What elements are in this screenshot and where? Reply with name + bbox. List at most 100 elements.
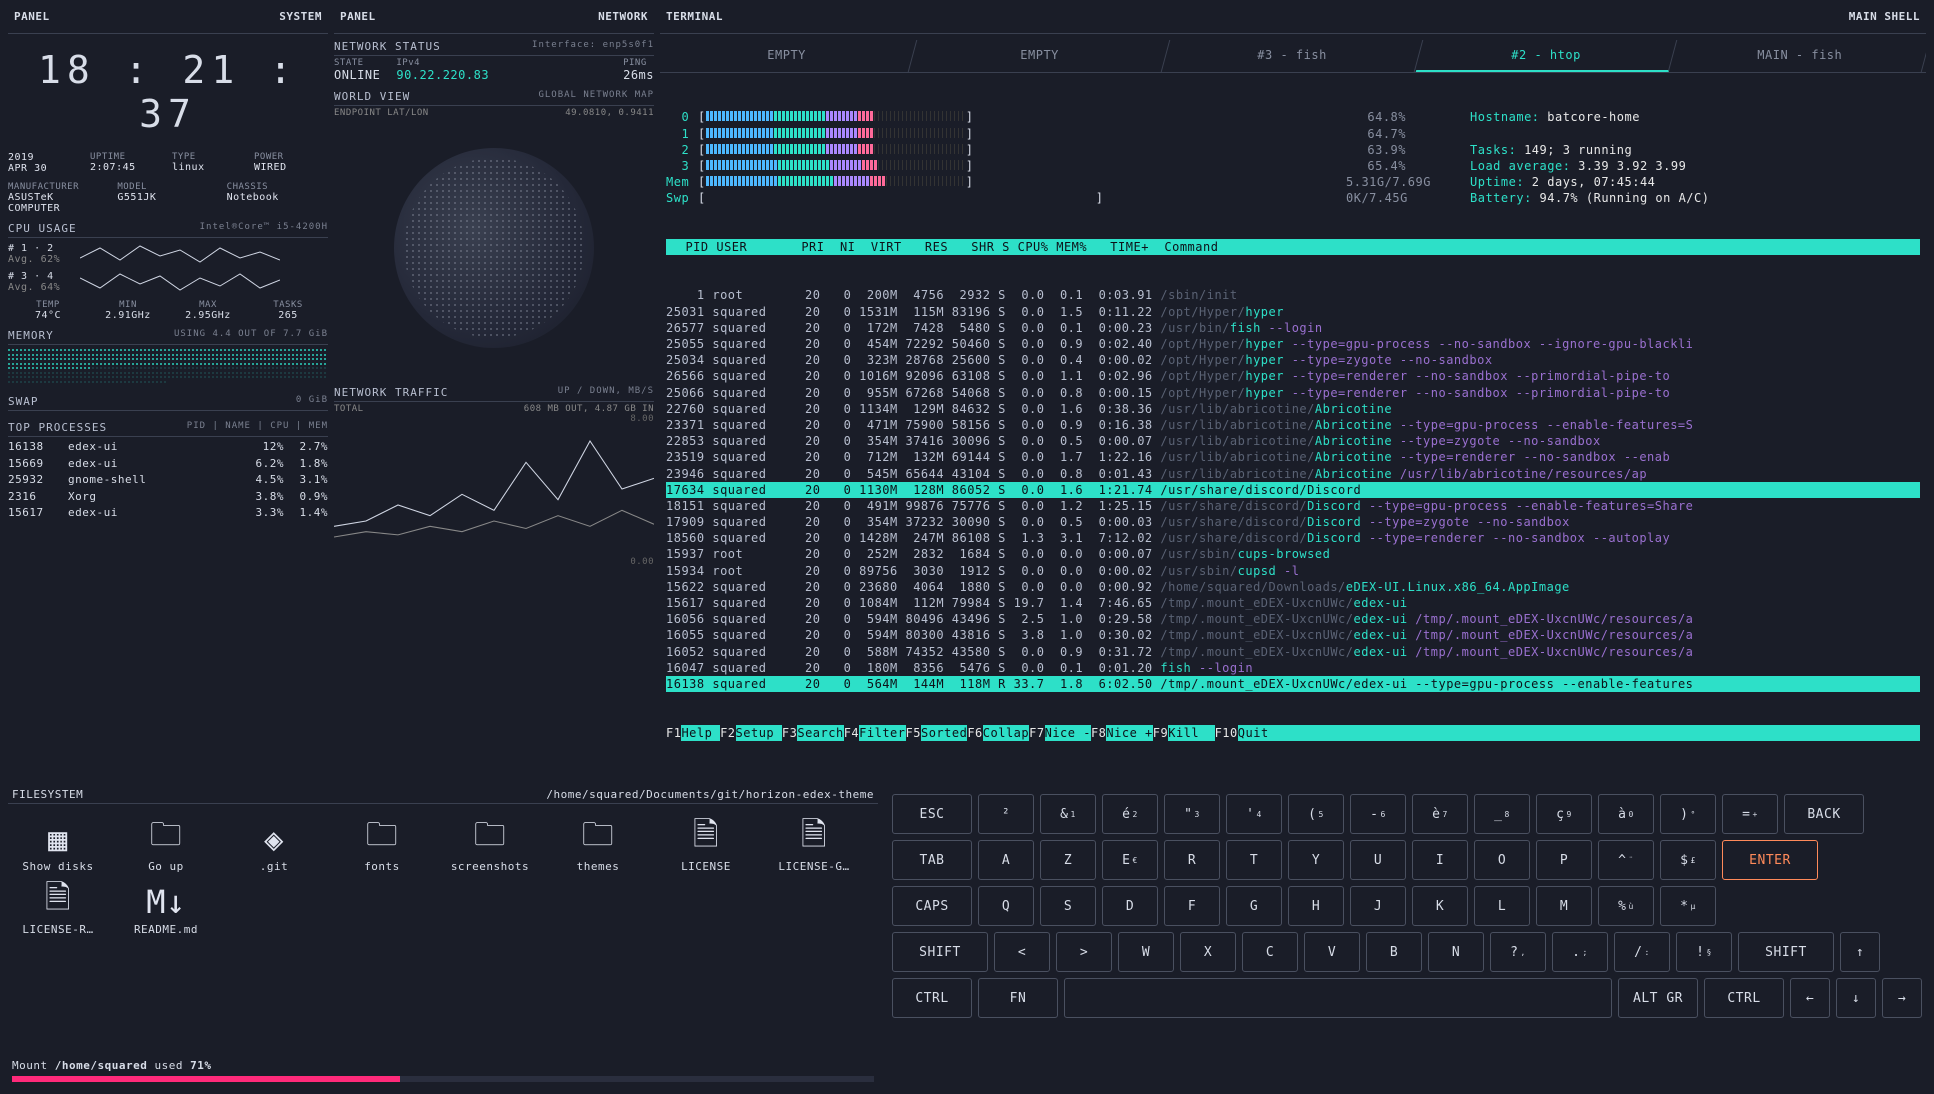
top-process-row[interactable]: 16138edex-ui12%2.7% [8, 439, 328, 456]
htop-process-row[interactable]: 1 root 20 0 200M 4756 2932 S 0.0 0.1 0:0… [666, 287, 1920, 303]
key-back[interactable]: BACK [1784, 794, 1864, 834]
key-d[interactable]: D [1102, 886, 1158, 926]
key-è[interactable]: è7 [1412, 794, 1468, 834]
key-m[interactable]: M [1536, 886, 1592, 926]
key-l[interactable]: L [1474, 886, 1530, 926]
fs-item[interactable]: 🗀fonts [342, 818, 422, 873]
key-e[interactable]: E€ [1102, 840, 1158, 880]
fs-item[interactable]: ▦Show disks [18, 818, 98, 873]
key-²[interactable]: ² [978, 794, 1034, 834]
key-)[interactable]: )° [1660, 794, 1716, 834]
key-k[interactable]: K [1412, 886, 1468, 926]
htop-function-keys[interactable]: F1Help F2Setup F3SearchF4FilterF5SortedF… [666, 725, 1920, 741]
key-%[interactable]: %ù [1598, 886, 1654, 926]
key-o[interactable]: O [1474, 840, 1530, 880]
key-v[interactable]: V [1304, 932, 1360, 972]
key-space[interactable] [1064, 978, 1612, 1018]
key-"[interactable]: "3 [1164, 794, 1220, 834]
key-↓[interactable]: ↓ [1836, 978, 1876, 1018]
top-process-row[interactable]: 25932gnome-shell4.5%3.1% [8, 472, 328, 489]
key-fn[interactable]: FN [978, 978, 1058, 1018]
key-c[interactable]: C [1242, 932, 1298, 972]
key-shift[interactable]: SHIFT [892, 932, 988, 972]
htop-process-row[interactable]: 16047 squared 20 0 180M 8356 5476 S 0.0 … [666, 660, 1920, 676]
htop-process-row[interactable]: 25034 squared 20 0 323M 28768 25600 S 0.… [666, 352, 1920, 368]
htop-process-row[interactable]: 15622 squared 20 0 23680 4064 1880 S 0.0… [666, 579, 1920, 595]
key-([interactable]: (5 [1288, 794, 1344, 834]
fs-item[interactable]: 🗎LICENSE-G… [774, 818, 854, 873]
key-r[interactable]: R [1164, 840, 1220, 880]
key-↑[interactable]: ↑ [1840, 932, 1880, 972]
key-enter[interactable]: ENTER [1722, 840, 1818, 880]
htop-process-row[interactable]: 23371 squared 20 0 471M 75900 58156 S 0.… [666, 417, 1920, 433]
key-ctrl[interactable]: CTRL [892, 978, 972, 1018]
top-process-row[interactable]: 15617edex-ui3.3%1.4% [8, 505, 328, 522]
key-alt gr[interactable]: ALT GR [1618, 978, 1698, 1018]
key-j[interactable]: J [1350, 886, 1406, 926]
htop-process-row[interactable]: 15937 root 20 0 252M 2832 1684 S 0.0 0.0… [666, 546, 1920, 562]
key-à[interactable]: à0 [1598, 794, 1654, 834]
top-process-row[interactable]: 2316Xorg3.8%0.9% [8, 489, 328, 506]
key-←[interactable]: ← [1790, 978, 1830, 1018]
key->[interactable]: > [1056, 932, 1112, 972]
htop-process-row[interactable]: 16052 squared 20 0 588M 74352 43580 S 0.… [666, 644, 1920, 660]
key-u[interactable]: U [1350, 840, 1406, 880]
terminal-tab[interactable]: EMPTY [660, 40, 917, 72]
key-n[interactable]: N [1428, 932, 1484, 972]
key-x[interactable]: X [1180, 932, 1236, 972]
key-?[interactable]: ?, [1490, 932, 1546, 972]
htop-process-row[interactable]: 25066 squared 20 0 955M 67268 54068 S 0.… [666, 385, 1920, 401]
fs-item[interactable]: 🗎LICENSE-R… [18, 881, 98, 936]
htop-process-row[interactable]: 22853 squared 20 0 354M 37416 30096 S 0.… [666, 433, 1920, 449]
key-z[interactable]: Z [1040, 840, 1096, 880]
terminal-tab[interactable]: EMPTY [909, 40, 1171, 72]
key-esc[interactable]: ESC [892, 794, 972, 834]
key-→[interactable]: → [1882, 978, 1922, 1018]
htop-process-row[interactable]: 26566 squared 20 0 1016M 92096 63108 S 0… [666, 368, 1920, 384]
htop-process-row[interactable]: 16056 squared 20 0 594M 80496 43496 S 2.… [666, 611, 1920, 627]
key-/[interactable]: /: [1614, 932, 1670, 972]
fs-item[interactable]: ◈.git [234, 818, 314, 873]
key-s[interactable]: S [1040, 886, 1096, 926]
key-p[interactable]: P [1536, 840, 1592, 880]
htop-process-row[interactable]: 25031 squared 20 0 1531M 115M 83196 S 0.… [666, 304, 1920, 320]
key-a[interactable]: A [978, 840, 1034, 880]
htop-process-row[interactable]: 16138 squared 20 0 564M 144M 118M R 33.7… [666, 676, 1920, 692]
fs-item[interactable]: M↓README.md [126, 881, 206, 936]
htop-process-row[interactable]: 18151 squared 20 0 491M 99876 75776 S 0.… [666, 498, 1920, 514]
fs-item[interactable]: 🗀themes [558, 818, 638, 873]
key-shift[interactable]: SHIFT [1738, 932, 1834, 972]
fs-item[interactable]: 🗎LICENSE [666, 818, 746, 873]
key-'[interactable]: '4 [1226, 794, 1282, 834]
key-$[interactable]: $£ [1660, 840, 1716, 880]
fs-item[interactable]: 🗀Go up [126, 818, 206, 873]
terminal-tab[interactable]: #3 - fish [1162, 40, 1424, 72]
htop-process-row[interactable]: 26577 squared 20 0 172M 7428 5480 S 0.0 … [666, 320, 1920, 336]
htop-process-row[interactable]: 15617 squared 20 0 1084M 112M 79984 S 19… [666, 595, 1920, 611]
key-ctrl[interactable]: CTRL [1704, 978, 1784, 1018]
globe-visualization[interactable] [334, 118, 654, 378]
key-*[interactable]: *µ [1660, 886, 1716, 926]
top-process-row[interactable]: 15669edex-ui6.2%1.8% [8, 456, 328, 473]
key-t[interactable]: T [1226, 840, 1282, 880]
htop-process-row[interactable]: 23519 squared 20 0 712M 132M 69144 S 0.0… [666, 449, 1920, 465]
fs-item[interactable]: 🗀screenshots [450, 818, 530, 873]
htop-process-row[interactable]: 22760 squared 20 0 1134M 129M 84632 S 0.… [666, 401, 1920, 417]
key-<[interactable]: < [994, 932, 1050, 972]
key-^[interactable]: ^¨ [1598, 840, 1654, 880]
key-f[interactable]: F [1164, 886, 1220, 926]
key-ç[interactable]: ç9 [1536, 794, 1592, 834]
key-w[interactable]: W [1118, 932, 1174, 972]
key-&[interactable]: &1 [1040, 794, 1096, 834]
terminal-tab[interactable]: MAIN - fish [1669, 40, 1926, 72]
key-é[interactable]: é2 [1102, 794, 1158, 834]
key-_[interactable]: _8 [1474, 794, 1530, 834]
key-![interactable]: !§ [1676, 932, 1732, 972]
key-y[interactable]: Y [1288, 840, 1344, 880]
key-q[interactable]: Q [978, 886, 1034, 926]
htop-process-row[interactable]: 25055 squared 20 0 454M 72292 50460 S 0.… [666, 336, 1920, 352]
key-.[interactable]: .; [1552, 932, 1608, 972]
key-=[interactable]: =+ [1722, 794, 1778, 834]
key--[interactable]: -6 [1350, 794, 1406, 834]
htop-process-row[interactable]: 17634 squared 20 0 1130M 128M 86052 S 0.… [666, 482, 1920, 498]
